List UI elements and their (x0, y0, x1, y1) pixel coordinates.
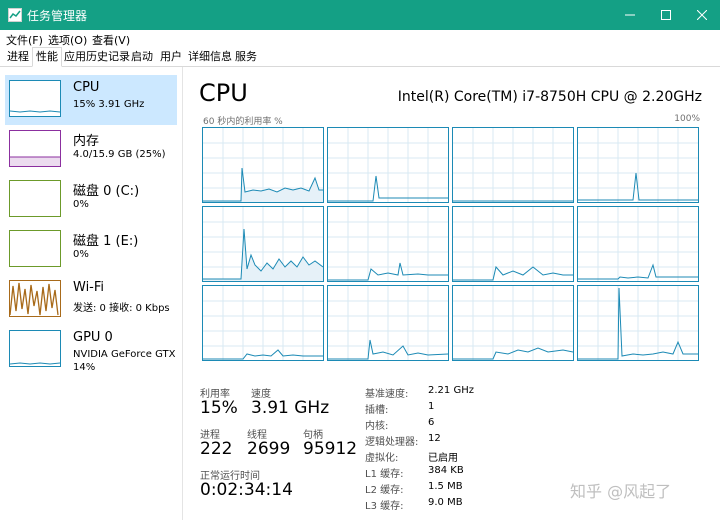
utilization-value: 15% (200, 398, 238, 418)
sidebar-item-label: 磁盘 1 (E:) (73, 234, 139, 249)
menu-file[interactable]: 文件(F) (6, 32, 43, 48)
detail-value: 12 (428, 433, 441, 444)
detail-label: 基准速度: (365, 389, 409, 400)
sidebar-item-label: CPU (73, 80, 100, 95)
minimize-icon (625, 14, 635, 16)
threads-value: 2699 (247, 439, 291, 459)
detail-value: 6 (428, 417, 435, 428)
cpu-thumbnail (9, 80, 61, 117)
core-graph (577, 285, 699, 361)
graph-max-label: 100% (674, 114, 700, 124)
detail-label: L1 缓存: (365, 469, 404, 480)
core-graph (327, 206, 449, 282)
sidebar-item-gpu-0[interactable]: GPU 0 NVIDIA GeForce GTX 14% (5, 325, 177, 375)
tab-users[interactable]: 用户 (157, 48, 185, 65)
memory-thumbnail (9, 130, 61, 167)
detail-label: 插槽: (365, 405, 389, 416)
sidebar-item-detail-2: 14% (73, 362, 96, 373)
minimize-button[interactable] (612, 0, 648, 30)
core-graph (452, 206, 574, 282)
tab-services[interactable]: 服务 (232, 48, 260, 65)
core-graph (327, 285, 449, 361)
menu-bar: 文件(F) 选项(O) 查看(V) (0, 30, 720, 48)
sidebar-item-detail: NVIDIA GeForce GTX (73, 349, 176, 360)
sidebar-item-detail: 4.0/15.9 GB (25%) (73, 149, 166, 160)
title-bar: 任务管理器 (0, 0, 720, 30)
window-title: 任务管理器 (27, 9, 88, 23)
core-graph (202, 206, 324, 282)
task-manager-icon (8, 8, 22, 22)
core-graph (452, 285, 574, 361)
tab-details[interactable]: 详细信息 (185, 48, 235, 65)
tab-performance[interactable]: 性能 (32, 47, 62, 67)
sidebar-item-disk-0[interactable]: 磁盘 0 (C:) 0% (5, 175, 177, 225)
detail-value: 1 (428, 401, 435, 412)
gpu-thumbnail (9, 330, 61, 367)
core-graph (452, 127, 574, 203)
uptime-value: 0:02:34:14 (200, 480, 293, 500)
menu-view[interactable]: 查看(V) (92, 32, 130, 48)
cpu-model-name: Intel(R) Core(TM) i7-8750H CPU @ 2.20GHz (397, 89, 702, 105)
handles-value: 95912 (303, 439, 358, 459)
menu-options[interactable]: 选项(O) (48, 32, 87, 48)
detail-value: 2.21 GHz (428, 385, 474, 396)
core-graph (202, 127, 324, 203)
sidebar-item-label: 磁盘 0 (C:) (73, 184, 140, 199)
core-graph (577, 206, 699, 282)
tab-startup[interactable]: 启动 (128, 48, 156, 65)
maximize-icon (661, 10, 671, 20)
speed-value: 3.91 GHz (251, 398, 330, 418)
sidebar-item-detail: 0% (73, 249, 89, 260)
sidebar-item-label: 内存 (73, 134, 100, 149)
detail-value: 已启用 (428, 453, 458, 464)
sidebar-item-detail: 0% (73, 199, 89, 210)
tab-processes[interactable]: 进程 (4, 48, 32, 65)
detail-label: 逻辑处理器: (365, 437, 419, 448)
detail-label: L3 缓存: (365, 501, 404, 512)
resource-sidebar: CPU 15% 3.91 GHz 内存 4.0/15.9 GB (25%) 磁盘… (0, 67, 183, 520)
tab-app-history[interactable]: 应用历史记录 (61, 48, 133, 65)
sidebar-item-cpu[interactable]: CPU 15% 3.91 GHz (5, 75, 177, 125)
detail-label: 内核: (365, 421, 389, 432)
core-graph (577, 127, 699, 203)
maximize-button[interactable] (648, 0, 684, 30)
sidebar-item-disk-1[interactable]: 磁盘 1 (E:) 0% (5, 225, 177, 275)
sidebar-item-wifi[interactable]: Wi-Fi 发送: 0 接收: 0 Kbps (5, 275, 177, 325)
core-graph (327, 127, 449, 203)
tab-bar: 进程 性能 应用历史记录 启动 用户 详细信息 服务 (0, 47, 720, 67)
close-button[interactable] (684, 0, 720, 30)
sidebar-item-label: Wi-Fi (73, 280, 105, 295)
graph-caption: 60 秒内的利用率 % (203, 117, 283, 127)
core-graph (202, 285, 324, 361)
detail-label: 虚拟化: (365, 453, 399, 464)
sidebar-item-label: GPU 0 (73, 330, 113, 345)
sidebar-item-detail: 15% 3.91 GHz (73, 99, 145, 110)
disk0-thumbnail (9, 180, 61, 217)
detail-value: 1.5 MB (428, 481, 463, 492)
detail-value: 384 KB (428, 465, 464, 476)
sidebar-item-memory[interactable]: 内存 4.0/15.9 GB (25%) (5, 125, 177, 175)
wifi-thumbnail (9, 280, 61, 317)
close-icon (697, 10, 707, 20)
detail-value: 9.0 MB (428, 497, 463, 508)
cpu-performance-panel: CPU Intel(R) Core(TM) i7-8750H CPU @ 2.2… (183, 67, 720, 520)
disk1-thumbnail (9, 230, 61, 267)
sidebar-item-detail: 发送: 0 接收: 0 Kbps (73, 303, 170, 314)
detail-label: L2 缓存: (365, 485, 404, 496)
watermark: 知乎 @风起了 (570, 482, 672, 501)
page-title: CPU (199, 79, 248, 107)
processes-value: 222 (200, 439, 233, 459)
